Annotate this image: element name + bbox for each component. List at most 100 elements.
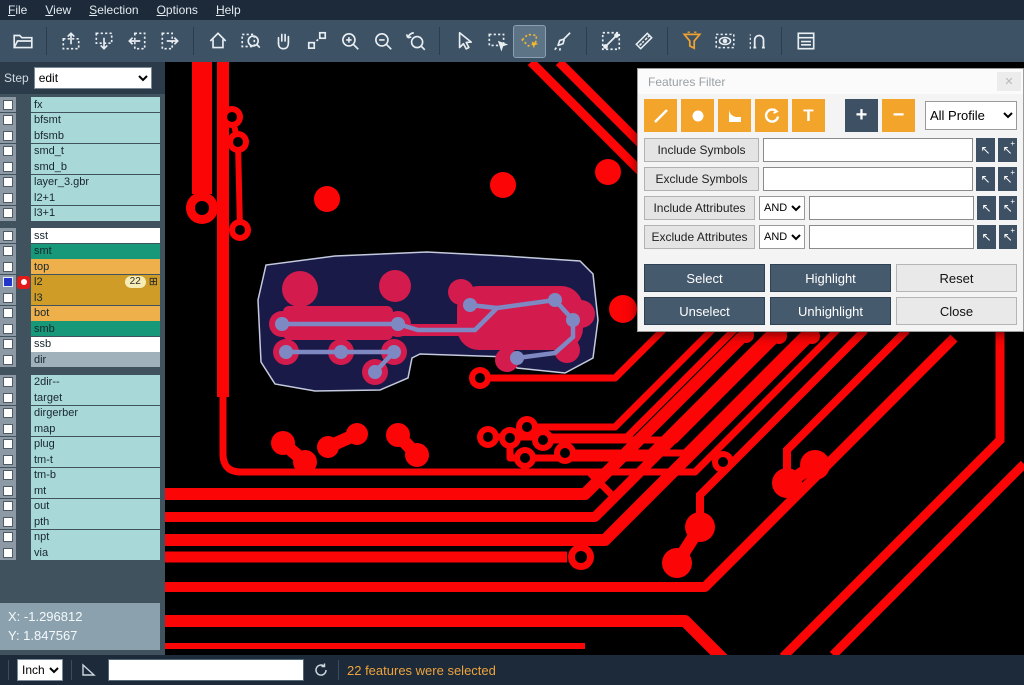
view-eye-icon[interactable] bbox=[709, 26, 740, 57]
pan-right-icon[interactable] bbox=[154, 26, 185, 57]
layer-row-top[interactable]: top bbox=[0, 259, 165, 274]
layer-chip[interactable]: target bbox=[31, 390, 160, 405]
zoom-window-icon[interactable] bbox=[235, 26, 266, 57]
home-icon[interactable] bbox=[202, 26, 233, 57]
layer-chip[interactable]: ssb bbox=[31, 337, 160, 352]
layer-row-bot[interactable]: bot bbox=[0, 306, 165, 321]
layer-visibility-checkbox[interactable] bbox=[0, 244, 16, 259]
layer-row-layer_3.gbr[interactable]: layer_3.gbr bbox=[0, 175, 165, 190]
dialog-titlebar[interactable]: Features Filter ✕ bbox=[638, 69, 1023, 94]
pick-add-arrow-icon[interactable]: ↖+ bbox=[998, 138, 1017, 162]
unselect-button[interactable]: Unselect bbox=[644, 297, 765, 325]
layer-chip[interactable]: top bbox=[31, 259, 160, 274]
filter-value-input[interactable] bbox=[763, 167, 973, 191]
layers-panel-icon[interactable] bbox=[790, 26, 821, 57]
pick-arrow-icon[interactable]: ↖ bbox=[977, 225, 995, 249]
layer-visibility-checkbox[interactable] bbox=[0, 530, 16, 545]
pick-arrow-icon[interactable]: ↖ bbox=[977, 196, 995, 220]
layer-visibility-checkbox[interactable] bbox=[0, 375, 16, 390]
filter-row-label[interactable]: Exclude Symbols bbox=[644, 167, 759, 191]
layer-visibility-checkbox[interactable] bbox=[0, 545, 16, 560]
layer-row-2dir--[interactable]: 2dir-- bbox=[0, 375, 165, 390]
filter-value-input[interactable] bbox=[809, 225, 974, 249]
remove-button[interactable]: − bbox=[882, 99, 915, 132]
layer-row-tm-b[interactable]: tm-b bbox=[0, 468, 165, 483]
layer-row-fx[interactable]: fx bbox=[0, 97, 165, 112]
ruler-icon[interactable] bbox=[628, 26, 659, 57]
snap-magnet-icon[interactable] bbox=[742, 26, 773, 57]
layer-row-via[interactable]: via bbox=[0, 545, 165, 560]
zoom-in-icon[interactable] bbox=[334, 26, 365, 57]
layer-visibility-checkbox[interactable] bbox=[0, 390, 16, 405]
layer-chip[interactable]: tm-b bbox=[31, 468, 160, 483]
layer-visibility-checkbox[interactable] bbox=[0, 352, 16, 367]
pick-arrow-icon[interactable]: ↖ bbox=[976, 167, 995, 191]
layer-row-smb[interactable]: smb bbox=[0, 321, 165, 336]
menu-item-file[interactable]: File bbox=[8, 3, 27, 17]
close-icon[interactable]: ✕ bbox=[997, 72, 1021, 91]
refresh-icon[interactable] bbox=[312, 661, 330, 679]
layer-row-tm-t[interactable]: tm-t bbox=[0, 452, 165, 467]
layer-row-smd_t[interactable]: smd_t bbox=[0, 144, 165, 159]
layer-visibility-checkbox[interactable] bbox=[0, 206, 16, 221]
layer-row-bfsmt[interactable]: bfsmt bbox=[0, 113, 165, 128]
pan-left-icon[interactable] bbox=[121, 26, 152, 57]
pick-add-arrow-icon[interactable]: ↖+ bbox=[999, 225, 1017, 249]
unhighlight-button[interactable]: Unhighlight bbox=[770, 297, 891, 325]
layer-chip[interactable]: 2dir-- bbox=[31, 375, 160, 390]
layer-row-ssb[interactable]: ssb bbox=[0, 337, 165, 352]
layer-chip[interactable]: pth bbox=[31, 514, 160, 529]
unit-select[interactable]: Inch bbox=[17, 659, 63, 681]
pan-down-icon[interactable] bbox=[88, 26, 119, 57]
layer-row-l2+1[interactable]: l2+1 bbox=[0, 190, 165, 205]
grid-icon[interactable]: ⊞ bbox=[149, 277, 158, 288]
layer-visibility-checkbox[interactable] bbox=[0, 468, 16, 483]
polygon-select-icon[interactable] bbox=[514, 26, 545, 57]
layer-row-smd_b[interactable]: smd_b bbox=[0, 159, 165, 174]
layer-row-npt[interactable]: npt bbox=[0, 530, 165, 545]
layer-row-out[interactable]: out bbox=[0, 499, 165, 514]
measure-line-icon[interactable] bbox=[595, 26, 626, 57]
layer-visibility-checkbox[interactable] bbox=[0, 306, 16, 321]
layer-chip[interactable]: plug bbox=[31, 437, 160, 452]
arc-tool-button[interactable] bbox=[755, 99, 788, 132]
layer-chip[interactable]: smd_t bbox=[31, 144, 160, 159]
layer-chip[interactable]: npt bbox=[31, 530, 160, 545]
angle-tool-icon[interactable] bbox=[80, 661, 98, 679]
rect-select-icon[interactable] bbox=[481, 26, 512, 57]
command-input[interactable] bbox=[108, 659, 304, 681]
layer-visibility-checkbox[interactable] bbox=[0, 113, 16, 128]
pan-hand-icon[interactable] bbox=[268, 26, 299, 57]
move-vertex-icon[interactable] bbox=[301, 26, 332, 57]
layer-row-mt[interactable]: mt bbox=[0, 483, 165, 498]
layer-chip[interactable]: l3+1 bbox=[31, 206, 160, 221]
layer-row-l2[interactable]: l222⊞ bbox=[0, 275, 165, 290]
layer-visibility-checkbox[interactable] bbox=[0, 259, 16, 274]
layer-visibility-checkbox[interactable] bbox=[0, 228, 16, 243]
layer-chip[interactable]: dir bbox=[31, 352, 160, 367]
layer-chip[interactable]: map bbox=[31, 421, 160, 436]
layer-visibility-checkbox[interactable] bbox=[0, 159, 16, 174]
select-arrow-icon[interactable] bbox=[448, 26, 479, 57]
layer-row-l3[interactable]: l3 bbox=[0, 290, 165, 305]
menu-item-view[interactable]: View bbox=[45, 3, 71, 17]
filter-icon[interactable] bbox=[676, 26, 707, 57]
pan-up-icon[interactable] bbox=[55, 26, 86, 57]
operator-select[interactable]: AND bbox=[759, 225, 805, 249]
menu-item-help[interactable]: Help bbox=[216, 3, 241, 17]
brush-icon[interactable] bbox=[547, 26, 578, 57]
layer-chip[interactable]: fx bbox=[31, 97, 160, 112]
pick-add-arrow-icon[interactable]: ↖+ bbox=[998, 167, 1017, 191]
layer-visibility-checkbox[interactable] bbox=[0, 406, 16, 421]
pick-arrow-icon[interactable]: ↖ bbox=[976, 138, 995, 162]
layer-visibility-checkbox[interactable] bbox=[0, 275, 16, 290]
layer-visibility-checkbox[interactable] bbox=[0, 175, 16, 190]
pick-add-arrow-icon[interactable]: ↖+ bbox=[999, 196, 1017, 220]
zoom-out-icon[interactable] bbox=[367, 26, 398, 57]
layer-visibility-checkbox[interactable] bbox=[0, 437, 16, 452]
layer-chip[interactable]: mt bbox=[31, 483, 160, 498]
layer-visibility-checkbox[interactable] bbox=[0, 421, 16, 436]
layer-visibility-checkbox[interactable] bbox=[0, 483, 16, 498]
step-select[interactable]: edit bbox=[34, 67, 152, 89]
operator-select[interactable]: AND bbox=[759, 196, 805, 220]
